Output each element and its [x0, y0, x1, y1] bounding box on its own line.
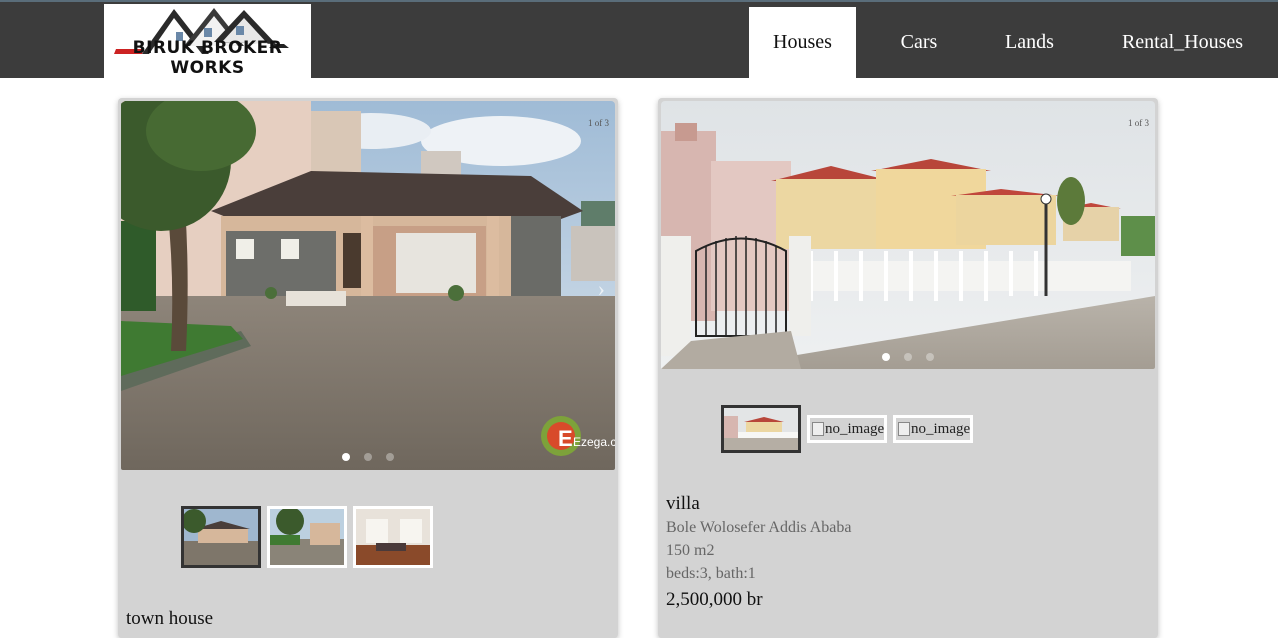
top-navbar: BIRUK BROKER WORKS Houses Cars Lands Ren…	[0, 0, 1278, 80]
carousel-dot[interactable]	[364, 453, 372, 461]
thumbnail-broken[interactable]: no_image	[893, 415, 973, 443]
listing-area: 150 m2	[666, 542, 715, 559]
carousel-dot[interactable]	[904, 353, 912, 361]
thumbnail-alt-text: no_image	[911, 420, 971, 437]
listing-location: Bole Wolosefer Addis Ababa	[666, 519, 852, 536]
watermark-text: Ezega.com	[573, 435, 615, 449]
listing-card: E Ezega.com 1 of 3 › town house	[118, 98, 618, 638]
brand-name: BIRUK BROKER WORKS	[132, 38, 283, 78]
nav-lands[interactable]: Lands	[992, 7, 1067, 78]
brand-logo[interactable]: BIRUK BROKER WORKS	[104, 4, 311, 80]
thumbnail-strip: no_image no_image	[721, 405, 973, 453]
listing-rooms: beds:3, bath:1	[666, 565, 756, 582]
carousel-dot[interactable]	[882, 353, 890, 361]
broken-image-icon	[812, 422, 824, 436]
nav-rental-houses[interactable]: Rental_Houses	[1110, 7, 1255, 78]
thumbnail[interactable]	[353, 506, 433, 568]
listing-title: villa	[666, 493, 700, 514]
nav-houses[interactable]: Houses	[749, 7, 856, 78]
house-photo: E Ezega.com	[121, 101, 615, 470]
carousel-indicators	[121, 448, 615, 466]
nav-cars[interactable]: Cars	[884, 7, 954, 78]
slide-counter: 1 of 3	[1128, 118, 1149, 128]
listing-title: town house	[126, 608, 214, 629]
carousel-dot[interactable]	[342, 453, 350, 461]
listing-price: 2,500,000 br	[666, 589, 763, 610]
thumbnail-broken[interactable]: no_image	[807, 415, 887, 443]
thumbnail-strip	[181, 506, 433, 568]
carousel-dot[interactable]	[926, 353, 934, 361]
chevron-right-icon[interactable]: ›	[598, 276, 605, 302]
listing-photo-carousel[interactable]: 1 of 3	[661, 101, 1155, 369]
villa-photo	[661, 101, 1155, 369]
thumbnail[interactable]	[267, 506, 347, 568]
broken-image-icon	[898, 422, 910, 436]
carousel-dot[interactable]	[386, 453, 394, 461]
listing-card: 1 of 3 no_image no_image villa Bole Wolo…	[658, 98, 1158, 638]
thumbnail[interactable]	[721, 405, 801, 453]
thumbnail[interactable]	[181, 506, 261, 568]
slide-counter: 1 of 3	[588, 118, 609, 128]
listing-photo-carousel[interactable]: E Ezega.com 1 of 3 ›	[121, 101, 615, 470]
thumbnail-alt-text: no_image	[825, 420, 885, 437]
carousel-indicators	[661, 348, 1155, 366]
